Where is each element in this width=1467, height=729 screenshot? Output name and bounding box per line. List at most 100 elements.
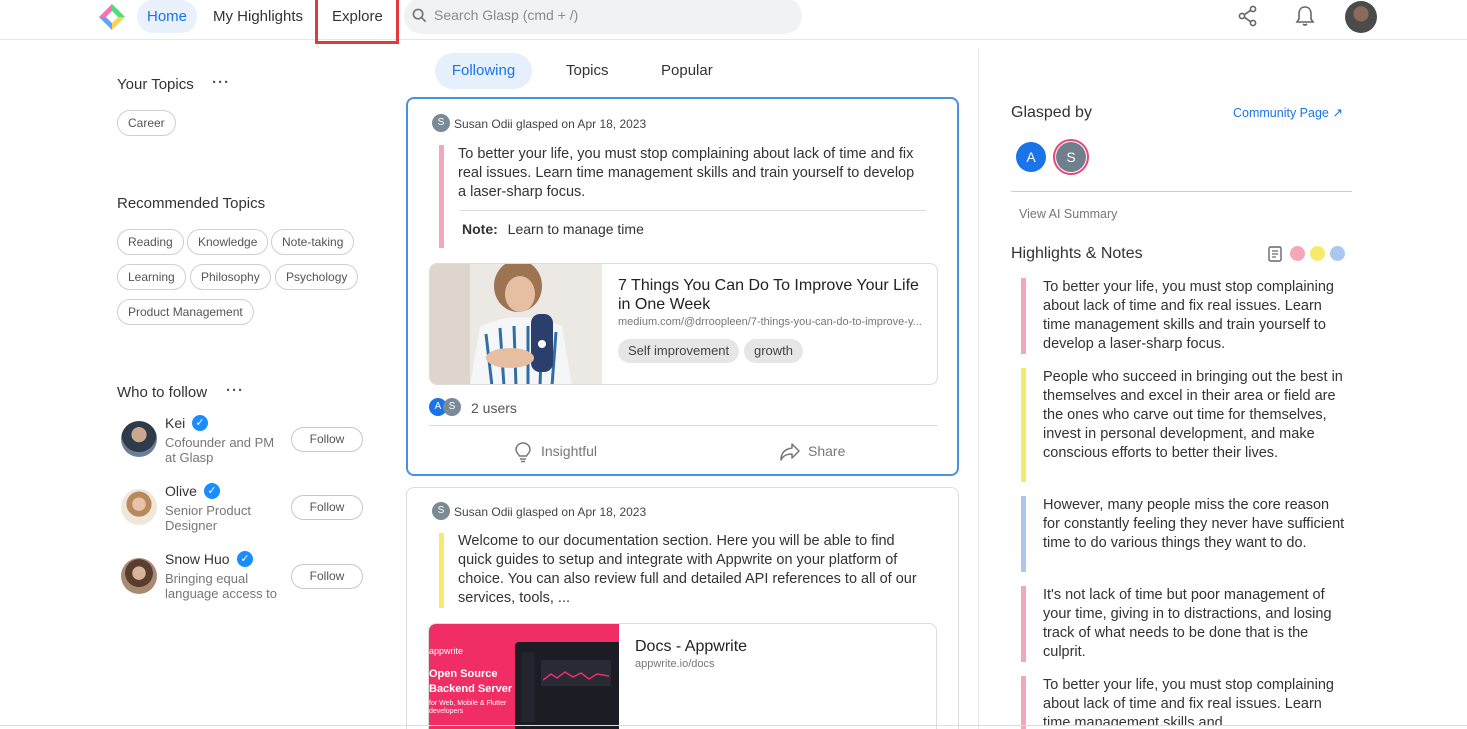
column-divider xyxy=(978,48,979,729)
card-quote: To better your life, you must stop compl… xyxy=(458,146,915,200)
follow-button-kei[interactable]: Follow xyxy=(291,427,363,452)
card-actions-divider xyxy=(429,425,938,426)
glasper-avatar-a[interactable]: A xyxy=(1016,142,1046,172)
notes-list-icon[interactable] xyxy=(1268,246,1282,262)
glasper-avatar-s[interactable]: S xyxy=(1056,142,1086,172)
who-to-follow-more-icon[interactable]: ··· xyxy=(226,382,244,399)
highlight-text[interactable]: It's not lack of time but poor managemen… xyxy=(1043,586,1348,662)
highlight-bar xyxy=(1021,586,1026,662)
link-title[interactable]: Docs - Appwrite xyxy=(635,637,925,656)
share-label[interactable]: Share xyxy=(808,443,845,459)
filter-blue-dot[interactable] xyxy=(1330,246,1345,261)
highlight-text[interactable]: People who succeed in bringing out the b… xyxy=(1043,368,1348,463)
article-thumbnail: appwrite Open Source Backend Server for … xyxy=(429,624,619,729)
highlight-bar xyxy=(1021,496,1026,572)
filter-yellow-dot[interactable] xyxy=(1310,246,1325,261)
reader-avatar-s[interactable]: S xyxy=(443,398,461,416)
highlight-color-bar xyxy=(439,145,444,248)
person-name-olive[interactable]: Olive xyxy=(165,483,197,499)
thumb-dashboard-mock xyxy=(515,642,619,729)
view-ai-summary-link[interactable]: View AI Summary xyxy=(1019,207,1117,221)
link-url: medium.com/@drroopleen/7-things-you-can-… xyxy=(618,316,922,328)
nav-my-highlights[interactable]: My Highlights xyxy=(213,0,303,33)
search-icon xyxy=(412,8,427,23)
bottom-edge xyxy=(0,725,1467,726)
card-user-name[interactable]: Susan Odii xyxy=(454,505,513,519)
your-topics-title: Your Topics xyxy=(117,76,194,93)
thumb-title-2: Backend Server xyxy=(429,683,513,695)
highlight-bar xyxy=(1021,278,1026,354)
highlight-text[interactable]: However, many people miss the core reaso… xyxy=(1043,496,1348,553)
follow-button-olive[interactable]: Follow xyxy=(291,495,363,520)
users-count[interactable]: 2 users xyxy=(471,400,517,416)
card-note: Note: Learn to manage time xyxy=(462,221,644,237)
tab-topics[interactable]: Topics xyxy=(566,53,609,89)
highlight-text[interactable]: To better your life, you must stop compl… xyxy=(1043,676,1348,725)
note-text: Learn to manage time xyxy=(507,221,644,237)
right-divider-line xyxy=(1011,191,1352,192)
topic-chip-note-taking[interactable]: Note-taking xyxy=(271,229,355,255)
note-label: Note: xyxy=(462,221,498,237)
link-url: appwrite.io/docs xyxy=(635,658,715,670)
highlight-bar xyxy=(1021,676,1026,729)
card-meta: Susan Odii glasped on Apr 18, 2023 xyxy=(454,117,646,131)
profile-avatar[interactable] xyxy=(1345,1,1377,33)
thumb-subtitle: for Web, Mobile & Flutter developers xyxy=(429,700,507,715)
verified-icon: ✓ xyxy=(192,415,208,431)
highlight-color-bar xyxy=(439,533,444,608)
topic-chip-career[interactable]: Career xyxy=(117,110,176,136)
card-quote: Welcome to our documentation section. He… xyxy=(458,533,917,606)
user-avatar-small[interactable]: S xyxy=(432,114,450,132)
verified-icon: ✓ xyxy=(204,483,220,499)
person-desc-kei: Cofounder and PM at Glasp xyxy=(165,435,275,465)
insightful-label[interactable]: Insightful xyxy=(541,443,597,459)
highlight-card[interactable]: S Susan Odii glasped on Apr 18, 2023 To … xyxy=(406,97,959,476)
thumb-title-1: Open Source xyxy=(429,668,498,680)
nav-home[interactable]: Home xyxy=(137,0,198,33)
who-to-follow-title: Who to follow xyxy=(117,384,208,401)
tab-following[interactable]: Following xyxy=(435,53,532,89)
topic-chip-philosophy[interactable]: Philosophy xyxy=(190,264,271,290)
share-icon[interactable] xyxy=(1238,5,1258,27)
avatar-olive[interactable] xyxy=(121,489,157,525)
glasp-logo[interactable] xyxy=(97,2,127,32)
search-input[interactable]: Search Glasp (cmd + /) xyxy=(404,0,802,34)
your-topics-more-icon[interactable]: ··· xyxy=(212,74,230,91)
person-name-kei[interactable]: Kei xyxy=(165,415,185,431)
filter-pink-dot[interactable] xyxy=(1290,246,1305,261)
verified-icon: ✓ xyxy=(237,551,253,567)
person-name-snow-huo[interactable]: Snow Huo xyxy=(165,551,230,567)
thumb-brand: appwrite xyxy=(429,646,464,656)
recommended-topics-title: Recommended Topics xyxy=(117,195,266,212)
tag-growth[interactable]: growth xyxy=(744,339,804,363)
avatar-snow-huo[interactable] xyxy=(121,558,157,594)
highlight-text[interactable]: To better your life, you must stop compl… xyxy=(1043,278,1348,354)
highlight-card[interactable]: S Susan Odii glasped on Apr 18, 2023 Wel… xyxy=(406,487,959,729)
note-divider xyxy=(460,210,926,211)
topic-chip-reading[interactable]: Reading xyxy=(117,229,184,255)
link-preview[interactable]: appwrite Open Source Backend Server for … xyxy=(428,623,937,729)
topic-chip-knowledge[interactable]: Knowledge xyxy=(187,229,269,255)
follow-button-snow-huo[interactable]: Follow xyxy=(291,564,363,589)
lightbulb-icon[interactable] xyxy=(514,441,532,463)
topic-chip-psychology[interactable]: Psychology xyxy=(275,264,359,290)
user-avatar-small[interactable]: S xyxy=(432,502,450,520)
tag-self-improvement[interactable]: Self improvement xyxy=(618,339,740,363)
card-action: glasped on Apr 18, 2023 xyxy=(516,505,647,519)
bell-icon[interactable] xyxy=(1295,5,1315,27)
avatar-kei[interactable] xyxy=(121,421,157,457)
topic-chip-learning[interactable]: Learning xyxy=(117,264,186,290)
link-preview[interactable]: 7 Things You Can Do To Improve Your Life… xyxy=(429,263,938,385)
tab-popular[interactable]: Popular xyxy=(661,53,713,89)
person-desc-snow-huo: Bringing equal language access to xyxy=(165,571,278,601)
community-page-link[interactable]: Community Page ↗ xyxy=(1233,105,1343,120)
highlight-bar xyxy=(1021,368,1026,482)
glasped-by-title: Glasped by xyxy=(1011,104,1092,121)
link-title[interactable]: 7 Things You Can Do To Improve Your Life… xyxy=(618,276,928,314)
explore-highlight-box xyxy=(315,0,399,44)
article-thumbnail xyxy=(430,264,602,384)
topic-chip-product-management[interactable]: Product Management xyxy=(117,299,254,325)
share-arrow-icon[interactable] xyxy=(779,442,801,462)
card-user-name[interactable]: Susan Odii xyxy=(454,117,513,131)
highlights-notes-title: Highlights & Notes xyxy=(1011,245,1143,262)
